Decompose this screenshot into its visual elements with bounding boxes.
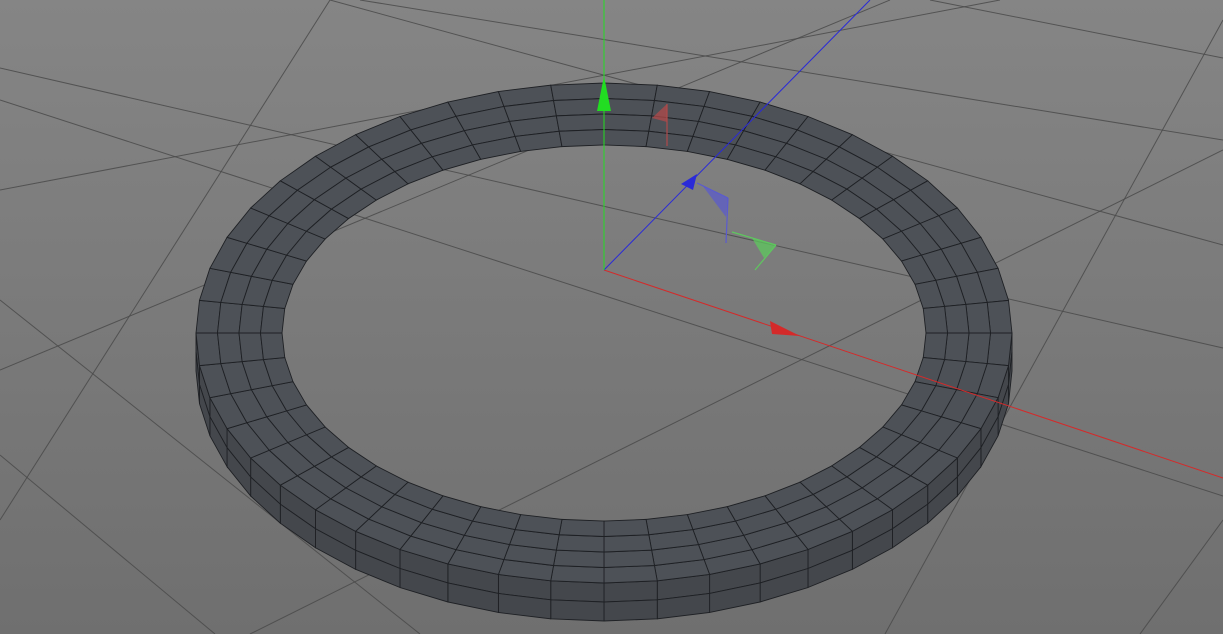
mesh-face bbox=[216, 301, 243, 334]
mesh-face bbox=[553, 549, 605, 568]
mesh-face bbox=[259, 332, 286, 361]
mesh-face bbox=[238, 332, 264, 363]
mesh-face bbox=[550, 82, 605, 101]
mesh-face bbox=[603, 534, 653, 553]
mesh-side-face bbox=[603, 580, 658, 603]
mesh-face bbox=[965, 301, 992, 334]
mesh-face bbox=[550, 565, 605, 584]
mesh-face bbox=[195, 299, 222, 334]
mesh-face bbox=[922, 332, 949, 361]
mesh-face bbox=[603, 565, 658, 584]
mesh-face bbox=[944, 332, 970, 363]
mesh-face bbox=[259, 305, 286, 334]
mesh-face bbox=[603, 113, 653, 132]
3d-viewport[interactable] bbox=[0, 0, 1223, 634]
mesh-face bbox=[603, 518, 650, 537]
mesh-face bbox=[922, 305, 949, 334]
mesh-face bbox=[603, 549, 655, 568]
mesh-face bbox=[986, 299, 1013, 334]
mesh-face bbox=[944, 303, 970, 334]
mesh-side-face bbox=[550, 599, 605, 622]
mesh-face bbox=[603, 82, 658, 101]
viewport-canvas[interactable] bbox=[0, 0, 1223, 634]
mesh-face bbox=[238, 303, 264, 334]
mesh-face bbox=[195, 332, 222, 367]
mesh-side-face bbox=[603, 599, 658, 622]
mesh-face bbox=[553, 98, 605, 117]
mesh-face bbox=[603, 98, 655, 117]
mesh-face bbox=[603, 129, 650, 148]
mesh-face bbox=[558, 518, 605, 537]
mesh-face bbox=[216, 332, 243, 365]
mesh-face bbox=[986, 332, 1013, 367]
mesh-face bbox=[965, 332, 992, 365]
mesh-face bbox=[558, 129, 605, 148]
mesh-side-face bbox=[550, 580, 605, 603]
mesh-face bbox=[555, 113, 605, 132]
mesh-face bbox=[555, 534, 605, 553]
